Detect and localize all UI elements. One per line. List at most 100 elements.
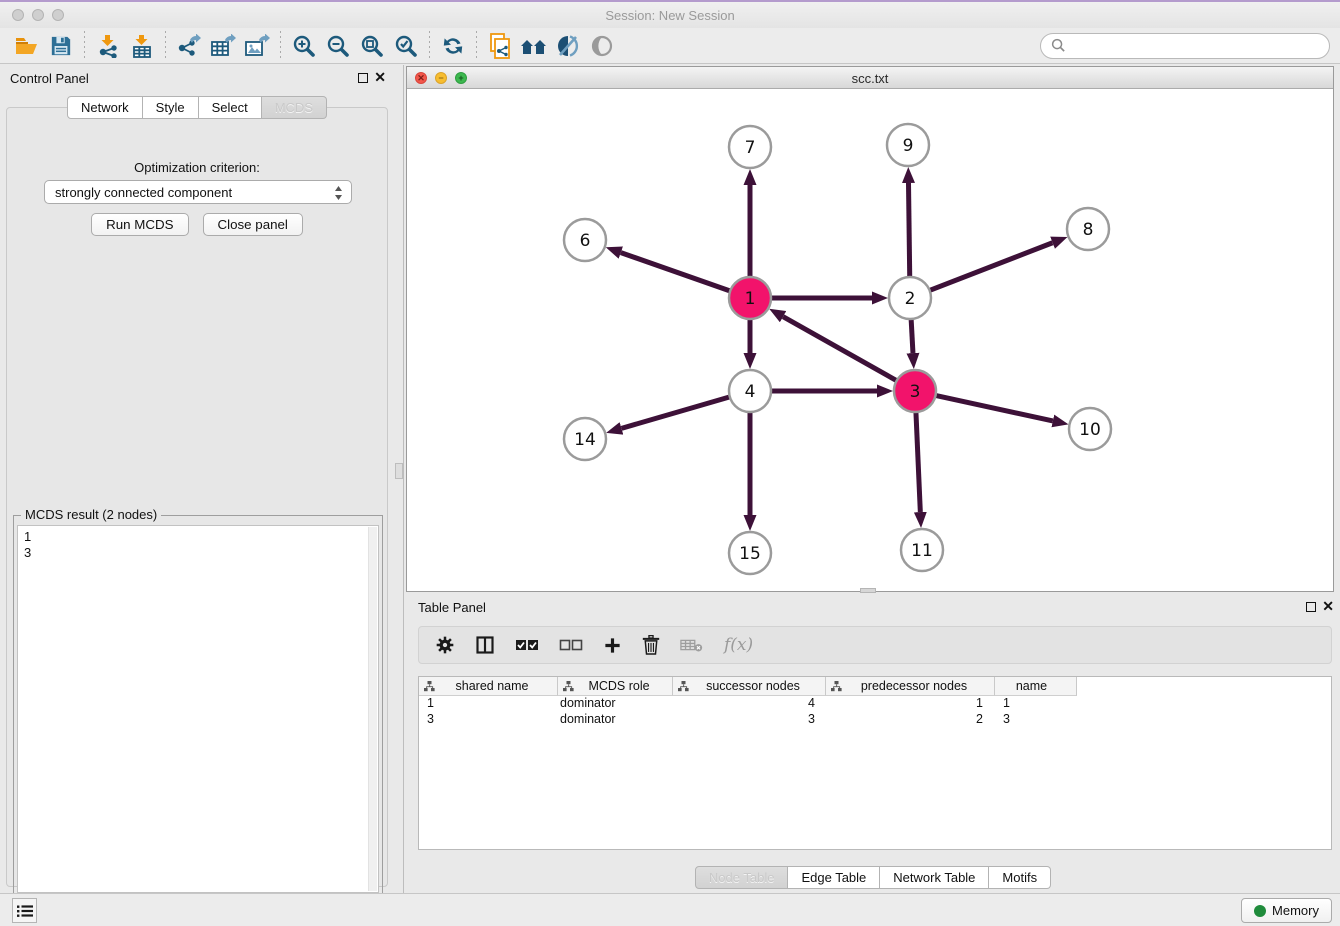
column-type-icon xyxy=(678,681,689,692)
panel-splitter[interactable] xyxy=(394,65,406,893)
float-panel-icon[interactable] xyxy=(358,73,368,83)
show-columns-icon[interactable] xyxy=(475,635,495,655)
tab-network[interactable]: Network xyxy=(67,96,143,119)
close-panel-icon[interactable]: ✕ xyxy=(374,70,386,84)
open-session-icon[interactable] xyxy=(10,31,44,61)
mcds-result-list[interactable]: 13 xyxy=(17,525,379,893)
table-row[interactable]: 3dominator323 xyxy=(419,712,1331,728)
graph-edge-2-8[interactable] xyxy=(930,243,1053,291)
column-header-MCDS-role[interactable]: MCDS role xyxy=(558,677,673,696)
import-network-icon[interactable] xyxy=(91,31,125,61)
zoom-in-icon[interactable] xyxy=(287,31,321,61)
graph-edge-2-9[interactable] xyxy=(908,183,909,277)
table-cell[interactable]: 1 xyxy=(419,696,558,712)
table-body: 1dominator4113dominator323 xyxy=(419,696,1331,728)
application-window: Session: New Session xyxy=(0,0,1340,926)
table-tab-edge-table[interactable]: Edge Table xyxy=(788,866,880,889)
network-canvas[interactable]: 7968124314101511 xyxy=(407,89,1333,591)
result-scrollbar[interactable] xyxy=(368,527,377,891)
status-bar: Memory xyxy=(0,893,1340,926)
table-cell[interactable]: 3 xyxy=(995,712,1077,728)
network-view-titlebar: ✕ − + scc.txt xyxy=(407,67,1333,89)
table-cell[interactable]: 3 xyxy=(673,712,826,728)
main-toolbar xyxy=(0,28,1340,64)
graph-node-label: 9 xyxy=(903,136,914,156)
table-row[interactable]: 1dominator411 xyxy=(419,696,1331,712)
graph-node-label: 1 xyxy=(745,289,756,309)
task-history-button[interactable] xyxy=(12,898,37,923)
graph-node-label: 4 xyxy=(745,382,756,402)
graph-edge-3-11[interactable] xyxy=(916,412,920,512)
table-tab-node-table[interactable]: Node Table xyxy=(695,866,789,889)
toolbar-separator xyxy=(476,31,477,61)
column-header-successor-nodes[interactable]: successor nodes xyxy=(673,677,826,696)
graph-edge-3-10[interactable] xyxy=(936,395,1053,420)
column-header-predecessor-nodes[interactable]: predecessor nodes xyxy=(826,677,995,696)
save-session-icon[interactable] xyxy=(44,31,78,61)
table-cell[interactable]: 1 xyxy=(995,696,1077,712)
deselect-all-icon[interactable] xyxy=(559,638,583,652)
run-mcds-button[interactable]: Run MCDS xyxy=(91,213,188,236)
search-field[interactable] xyxy=(1040,33,1330,59)
graph-node-label: 8 xyxy=(1083,220,1094,240)
zoom-selected-icon[interactable] xyxy=(389,31,423,61)
column-header-label: successor nodes xyxy=(689,679,825,693)
import-table-icon[interactable] xyxy=(125,31,159,61)
splitter-handle[interactable] xyxy=(395,463,403,479)
table-cell[interactable]: 3 xyxy=(419,712,558,728)
export-table-icon[interactable] xyxy=(206,31,240,61)
function-builder-icon: f(x) xyxy=(724,635,753,655)
graph-node-label: 2 xyxy=(905,289,916,309)
graph-node-label: 15 xyxy=(739,544,761,564)
column-header-label: MCDS role xyxy=(574,679,672,693)
network-view-window: ✕ − + scc.txt 7968124314101511 xyxy=(406,66,1334,592)
float-table-panel-icon[interactable] xyxy=(1306,602,1316,612)
graph-node-label: 3 xyxy=(910,382,921,402)
table-cell[interactable]: 2 xyxy=(826,712,995,728)
zoom-out-icon[interactable] xyxy=(321,31,355,61)
criterion-dropdown[interactable]: strongly connected component xyxy=(44,180,352,204)
table-tab-motifs[interactable]: Motifs xyxy=(989,866,1051,889)
close-table-panel-icon[interactable]: ✕ xyxy=(1322,599,1334,613)
close-panel-button[interactable]: Close panel xyxy=(203,213,303,236)
tab-select[interactable]: Select xyxy=(199,96,262,119)
column-header-name[interactable]: name xyxy=(995,677,1077,696)
graph-node-label: 14 xyxy=(574,430,596,450)
table-tab-network-table[interactable]: Network Table xyxy=(880,866,989,889)
canvas-resize-handle[interactable] xyxy=(860,588,876,593)
delete-table-icon xyxy=(680,637,704,653)
table-cell[interactable]: dominator xyxy=(558,696,673,712)
zoom-fit-icon[interactable] xyxy=(355,31,389,61)
apply-layout-icon[interactable] xyxy=(436,31,470,61)
table-cell[interactable]: 4 xyxy=(673,696,826,712)
mcds-result-item[interactable]: 3 xyxy=(24,545,362,561)
column-header-shared-name[interactable]: shared name xyxy=(419,677,558,696)
mcds-result-item[interactable]: 1 xyxy=(24,529,362,545)
memory-button[interactable]: Memory xyxy=(1241,898,1332,923)
bird-eye-view-icon[interactable] xyxy=(585,31,619,61)
table-cell[interactable]: 1 xyxy=(826,696,995,712)
node-table[interactable]: shared name MCDS role successor nodesprede… xyxy=(418,676,1332,850)
mcds-result-legend: MCDS result (2 nodes) xyxy=(21,507,161,522)
table-cell[interactable]: dominator xyxy=(558,712,673,728)
export-image-icon[interactable] xyxy=(240,31,274,61)
graph-edge-4-14[interactable] xyxy=(621,397,729,429)
graph-edge-3-1[interactable] xyxy=(783,317,897,381)
clone-network-icon[interactable] xyxy=(483,31,517,61)
graph-edge-2-3[interactable] xyxy=(911,319,913,353)
tab-style[interactable]: Style xyxy=(143,96,199,119)
search-input[interactable] xyxy=(1066,38,1319,53)
delete-column-icon[interactable] xyxy=(642,635,660,655)
export-network-icon[interactable] xyxy=(172,31,206,61)
toolbar-separator xyxy=(280,31,281,61)
show-networks-icon[interactable] xyxy=(517,31,551,61)
show-hide-graphics-icon[interactable] xyxy=(551,31,585,61)
tab-mcds[interactable]: MCDS xyxy=(262,96,327,119)
graph-edge-1-6[interactable] xyxy=(621,253,730,291)
search-icon xyxy=(1051,38,1066,53)
table-mode-gear-icon[interactable] xyxy=(435,635,455,655)
table-panel: Table Panel ✕ f(x) xyxy=(406,594,1340,886)
control-panel: Control Panel ✕ NetworkStyleSelectMCDS O… xyxy=(0,65,394,893)
select-all-icon[interactable] xyxy=(515,638,539,652)
create-column-icon[interactable] xyxy=(603,636,622,655)
